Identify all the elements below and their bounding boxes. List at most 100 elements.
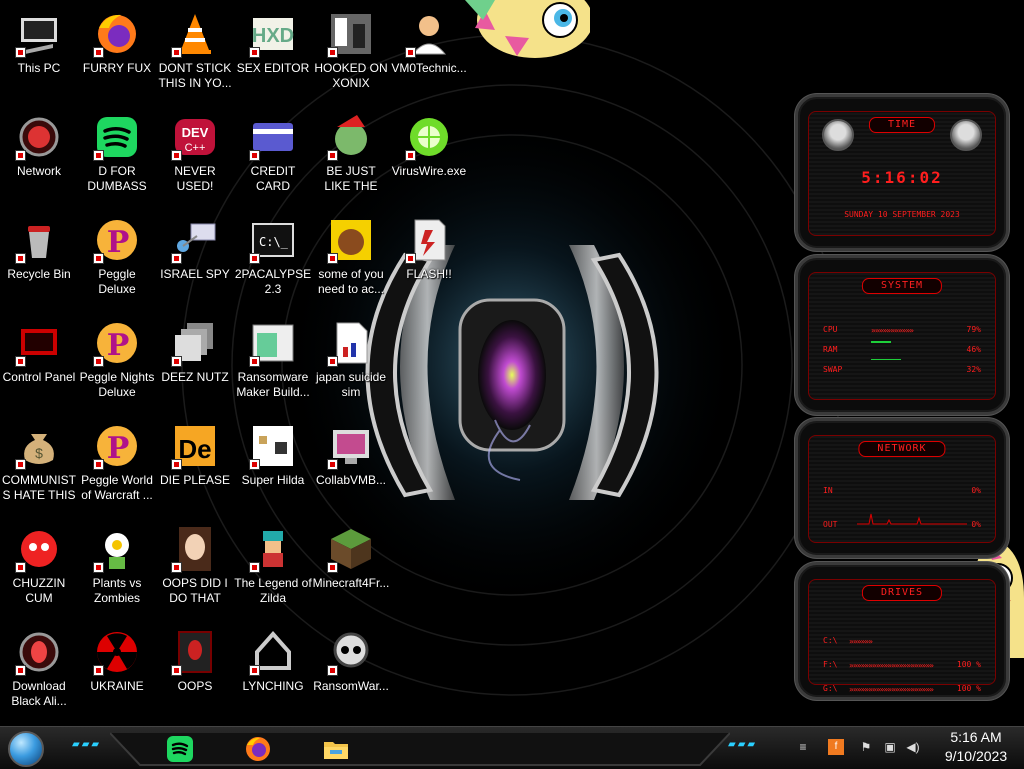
system-row-value: 79%	[966, 325, 981, 334]
shortcut-arrow-icon	[15, 459, 26, 470]
desktop-icon[interactable]: Minecraft4Fr...	[312, 519, 390, 619]
desktop-icon[interactable]: This PC	[0, 4, 78, 104]
system-gadget-title: SYSTEM	[861, 278, 943, 294]
shortcut-arrow-icon	[327, 665, 338, 676]
desktop-icon[interactable]: Download Black Ali...	[0, 622, 78, 722]
desktop-icon[interactable]: UKRAINE	[78, 622, 156, 722]
shortcut-arrow-icon	[93, 356, 104, 367]
desktop-icon[interactable]: FLASH!!	[390, 210, 468, 310]
shortcut-arrow-icon	[327, 356, 338, 367]
desktop-icon[interactable]: OOPS	[156, 622, 234, 722]
chuzzle-icon	[15, 525, 63, 573]
desktop-icon-label: CHUZZIN CUM	[12, 576, 66, 605]
start-orb-icon[interactable]	[8, 731, 44, 767]
desktop-icon[interactable]: HOOKED ON XONIX	[312, 4, 390, 104]
desktop-icon-label: Peggle Deluxe	[98, 267, 136, 296]
shortcut-arrow-icon	[249, 150, 260, 161]
show-hidden-icons-icon[interactable]: ≡	[795, 739, 811, 755]
pixel-dog-icon	[249, 422, 297, 470]
desktop-icon-label: some of you need to ac...	[317, 267, 385, 296]
desktop-icon[interactable]: Recycle Bin	[0, 210, 78, 310]
desktop-icon-label: OOPS	[177, 679, 213, 693]
desktop-icon[interactable]: some of you need to ac...	[312, 210, 390, 310]
desktop-icon-label: VM0Technic...	[391, 61, 467, 75]
shortcut-arrow-icon	[249, 356, 260, 367]
svg-text:De: De	[178, 434, 211, 464]
taskbar-firefox-icon[interactable]	[238, 731, 278, 767]
desktop-icon[interactable]: VirusWire.exe	[390, 107, 468, 207]
drive-row-value: 100 %	[956, 660, 981, 669]
desktop-icon[interactable]: HXD SEX EDITOR	[234, 4, 312, 104]
desktop-icon[interactable]: BE JUST LIKE THE DUDE!	[312, 107, 390, 207]
shortcut-arrow-icon	[171, 665, 182, 676]
drive-row-f: F:\ »»»»»»»»»»»»»»»»»»»»»» 100 %	[823, 660, 981, 672]
desktop-icon-label: RansomWar...	[313, 679, 389, 693]
taskbar-file-explorer-icon[interactable]	[316, 731, 356, 767]
radiation-icon	[93, 628, 141, 676]
svg-text:C:\_: C:\_	[259, 235, 289, 249]
drive-row-key: C:\	[823, 636, 838, 645]
system-row-swap: SWAP 32%	[823, 359, 981, 377]
minecraft-icon	[327, 525, 375, 573]
desktop-icon[interactable]: P Peggle Nights Deluxe	[78, 313, 156, 413]
desktop-icon[interactable]: C:\_ 2PACALYPSE 2.3	[234, 210, 312, 310]
desktop-icon-label: Minecraft4Fr...	[312, 576, 390, 590]
taskbar-date: 9/10/2023	[944, 748, 1008, 764]
network-out-graph	[857, 513, 967, 525]
desktop-icon[interactable]: CHUZZIN CUM	[0, 519, 78, 619]
taskbar-clock[interactable]: 5:16 AM 9/10/2023	[936, 728, 1016, 766]
desktop-icon[interactable]: OOPS DID I DO THAT	[156, 519, 234, 619]
taskbar-spotify-icon[interactable]	[160, 731, 200, 767]
desktop-icon[interactable]: DEV C++ NEVER USED!	[156, 107, 234, 207]
desktop-icon-label: Control Panel	[2, 370, 76, 384]
shortcut-arrow-icon	[93, 150, 104, 161]
desktop-icon[interactable]: CollabVMB...	[312, 416, 390, 516]
desktop-icon[interactable]: Control Panel	[0, 313, 78, 413]
network-tray-icon[interactable]: ▣	[882, 739, 898, 755]
hxd-icon: HXD	[249, 10, 297, 58]
flash-tray-icon[interactable]: f	[828, 739, 844, 755]
desktop-icon[interactable]: Plants vs Zombies	[78, 519, 156, 619]
cartoon-girl-sticker	[465, 0, 590, 58]
network-gadget-title: NETWORK	[858, 441, 946, 457]
action-flag-icon[interactable]: ⚑	[858, 739, 874, 755]
desktop-icon[interactable]: ISRAEL SPY	[156, 210, 234, 310]
desktop-icon[interactable]: Super Hilda	[234, 416, 312, 516]
desktop-icon[interactable]: De DIE PLEASE	[156, 416, 234, 516]
desktop-icon[interactable]: The Legend of Zilda	[234, 519, 312, 619]
desktop-icon[interactable]: LYNCHING	[234, 622, 312, 722]
drives-gadget-title: DRIVES	[861, 585, 943, 601]
shortcut-arrow-icon	[405, 253, 416, 264]
drives-gadget-screen: DRIVES C:\ »»»»»» F:\ »»»»»»»»»»»»»»»»»»…	[808, 579, 996, 694]
desktop-icon[interactable]: P Peggle Deluxe	[78, 210, 156, 310]
system-row-key: RAM	[823, 345, 838, 354]
shortcut-arrow-icon	[327, 150, 338, 161]
system-gadget-screen: SYSTEM CPU »»»»»»»»»»» 79% RAM 46% SWAP …	[808, 272, 996, 400]
desktop-icon[interactable]: DEEZ NUTZ	[156, 313, 234, 413]
desktop-icon-label: Plants vs Zombies	[92, 576, 142, 605]
desktop-icon[interactable]: DONT STICK THIS IN YO...	[156, 4, 234, 104]
desktop-icon[interactable]: VM0Technic...	[390, 4, 468, 104]
desktop-icon[interactable]: D FOR DUMBASS	[78, 107, 156, 207]
document-icon	[327, 319, 375, 367]
desktop-icon[interactable]: japan suicide sim	[312, 313, 390, 413]
desktop-icon[interactable]: RansomWar...	[312, 622, 390, 722]
shortcut-arrow-icon	[327, 47, 338, 58]
shortcut-arrow-icon	[15, 150, 26, 161]
desktop-icon-label: OOPS DID I DO THAT	[162, 576, 228, 605]
desktop-icon-label: NEVER USED!	[174, 164, 216, 193]
shortcut-arrow-icon	[15, 253, 26, 264]
desktop-icon[interactable]: Ransomware Maker Build...	[234, 313, 312, 413]
volume-icon[interactable]: ◀)	[905, 739, 921, 755]
desktop-icon-label: HOOKED ON XONIX	[314, 61, 388, 90]
desktop-icon[interactable]: Network	[0, 107, 78, 207]
network-row-in: IN 0%	[823, 486, 981, 498]
svg-text:P: P	[107, 431, 130, 466]
hanger-icon	[249, 628, 297, 676]
desktop-icon[interactable]: $ COMMUNISTS HATE THIS G...	[0, 416, 78, 516]
desktop-icon[interactable]: P Peggle World of Warcraft ...	[78, 416, 156, 516]
system-row-cpu: CPU »»»»»»»»»»» 79%	[823, 325, 981, 337]
desktop-icon[interactable]: CREDIT CARD CHECKER	[234, 107, 312, 207]
desktop-icon[interactable]: FURRY FUX	[78, 4, 156, 104]
time-gadget-date: SUNDAY 10 SEPTEMBER 2023	[844, 210, 960, 219]
